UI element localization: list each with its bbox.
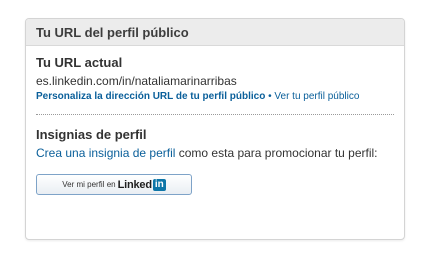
link-separator: • [268, 91, 272, 102]
badge-prefix-text: Ver mi perfil en [62, 180, 116, 189]
badge-description-text: como esta para promocionar tu perfil: [175, 146, 378, 160]
create-badge-link[interactable]: Crea una insignia de perfil [36, 146, 175, 160]
current-url-heading: Tu URL actual [36, 55, 123, 70]
view-profile-on-linkedin-badge[interactable]: Ver mi perfil en Linked in [36, 174, 192, 195]
view-public-profile-link[interactable]: Ver tu perfil público [274, 91, 359, 102]
url-links: Personaliza la dirección URL de tu perfi… [36, 90, 376, 103]
current-url-value: es.linkedin.com/in/nataliamarinarribas [36, 74, 237, 88]
linkedin-in-icon: in [152, 178, 166, 191]
customize-url-link[interactable]: Personaliza la dirección URL de tu perfi… [36, 91, 265, 102]
section-divider [36, 114, 394, 115]
public-profile-url-panel: Tu URL del perfil público Tu URL actual … [25, 18, 405, 240]
panel-title: Tu URL del perfil público [36, 24, 189, 40]
badge-description: Crea una insignia de perfil como esta pa… [36, 145, 391, 161]
panel-header: Tu URL del perfil público [26, 19, 404, 46]
panel-body: Tu URL actual es.linkedin.com/in/natalia… [26, 46, 404, 195]
profile-badges-heading: Insignias de perfil [36, 127, 147, 142]
linkedin-logo-text: Linked [117, 178, 152, 191]
